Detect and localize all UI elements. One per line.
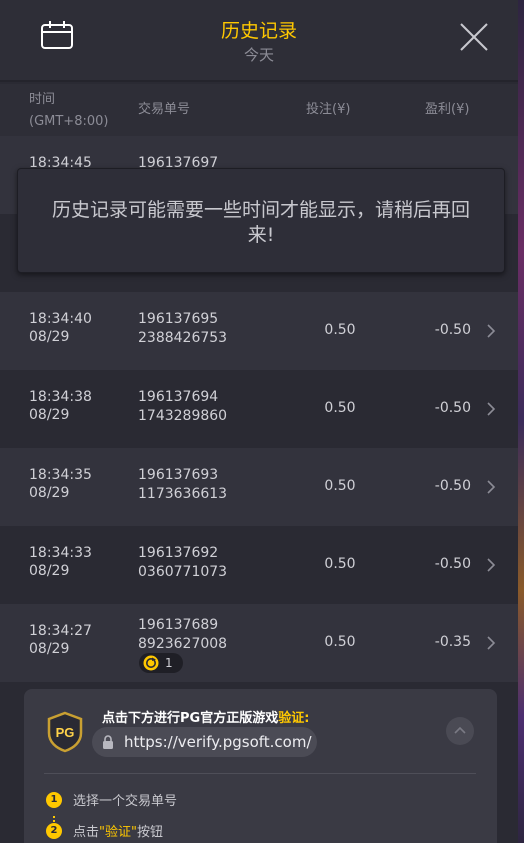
col-txn-label: 交易单号	[138, 102, 191, 117]
row-txn: 196137694 1743289860	[138, 389, 228, 424]
page-title: 历史记录	[220, 20, 297, 42]
pg-logo-icon: PG	[47, 711, 83, 753]
step-text: 选择一个交易单号	[73, 794, 178, 809]
free-spin-count: 1	[165, 656, 173, 670]
col-timezone-label: (GMT+8:00)	[29, 114, 109, 129]
table-header: 时间 (GMT+8:00) 交易单号 投注(¥) 盈利(¥)	[0, 84, 518, 136]
header-bar: 历史记录 今天	[0, 0, 518, 82]
chevron-right-icon[interactable]	[486, 323, 496, 339]
table-row[interactable]: 18:34:38 08/29 196137694 1743289860 0.50 -…	[0, 370, 518, 448]
row-txn: 196137692 0360771073	[138, 545, 228, 580]
row-bet: 0.50	[324, 400, 356, 416]
chevron-right-icon[interactable]	[486, 557, 496, 573]
table-row[interactable]: 18:34:33 08/29 196137692 0360771073 0.50 -…	[0, 526, 518, 604]
verify-panel: PG 点击下方进行PG官方正版游戏验证: https://verify.pgso…	[24, 689, 497, 843]
row-txn: 196137693 1173636613	[138, 467, 228, 502]
svg-text:PG: PG	[56, 725, 75, 740]
step-number: 1	[46, 791, 62, 808]
row-bet: 0.50	[324, 634, 356, 650]
lock-icon	[103, 735, 113, 749]
verify-url-text: https://verify.pgsoft.com/	[124, 733, 312, 751]
col-bet-label: 投注(¥)	[306, 102, 351, 117]
close-icon[interactable]	[458, 21, 490, 53]
row-bet: 0.50	[324, 478, 356, 494]
chevron-up-icon	[454, 726, 466, 734]
row-time: 18:34:38 08/29	[29, 389, 92, 423]
verify-url-link[interactable]: https://verify.pgsoft.com/	[92, 727, 317, 757]
date-filter-label[interactable]: 今天	[0, 44, 518, 65]
free-spin-icon	[143, 655, 159, 671]
table-row[interactable]: 18:34:27 08/29 196137689 8923627008 1 0.50…	[0, 604, 518, 682]
loading-notice: 历史记录可能需要一些时间才能显示，请稍后再回来!	[17, 168, 505, 273]
verify-step-1: 1 选择一个交易单号	[46, 790, 177, 809]
chevron-right-icon[interactable]	[486, 479, 496, 495]
row-bet: 0.50	[324, 322, 356, 338]
col-time-label: 时间	[29, 92, 56, 107]
row-profit: -0.35	[434, 634, 471, 650]
collapse-button[interactable]	[446, 717, 474, 745]
notice-text: 历史记录可能需要一些时间才能显示，请稍后再回来!	[51, 199, 470, 246]
row-time: 18:34:27 08/29	[29, 623, 92, 657]
chevron-right-icon[interactable]	[486, 635, 496, 651]
free-spin-badge: 1	[139, 653, 183, 673]
table-row[interactable]: 18:34:35 08/29 196137693 1173636613 0.50 -…	[0, 448, 518, 526]
table-row[interactable]: 18:34:40 08/29 196137695 2388426753 0.50 -…	[0, 292, 518, 370]
row-profit: -0.50	[434, 400, 471, 416]
step-number: 2	[46, 822, 62, 839]
chevron-right-icon[interactable]	[486, 401, 496, 417]
row-bet: 0.50	[324, 556, 356, 572]
col-profit-label: 盈利(¥)	[425, 102, 470, 117]
row-time: 18:34:33 08/29	[29, 545, 92, 579]
step-text: 点击"验证"按钮	[73, 825, 163, 840]
verify-title: 点击下方进行PG官方正版游戏验证:	[102, 711, 310, 726]
row-time: 18:34:40 08/29	[29, 311, 92, 345]
verify-step-2: 2 点击"验证"按钮	[46, 821, 163, 840]
divider	[44, 773, 476, 774]
side-decoration	[518, 0, 524, 843]
row-time: 18:34:35 08/29	[29, 467, 92, 501]
row-profit: -0.50	[434, 478, 471, 494]
row-txn: 196137689 8923627008	[138, 617, 228, 652]
row-profit: -0.50	[434, 556, 471, 572]
row-profit: -0.50	[434, 322, 471, 338]
row-txn: 196137695 2388426753	[138, 311, 228, 346]
